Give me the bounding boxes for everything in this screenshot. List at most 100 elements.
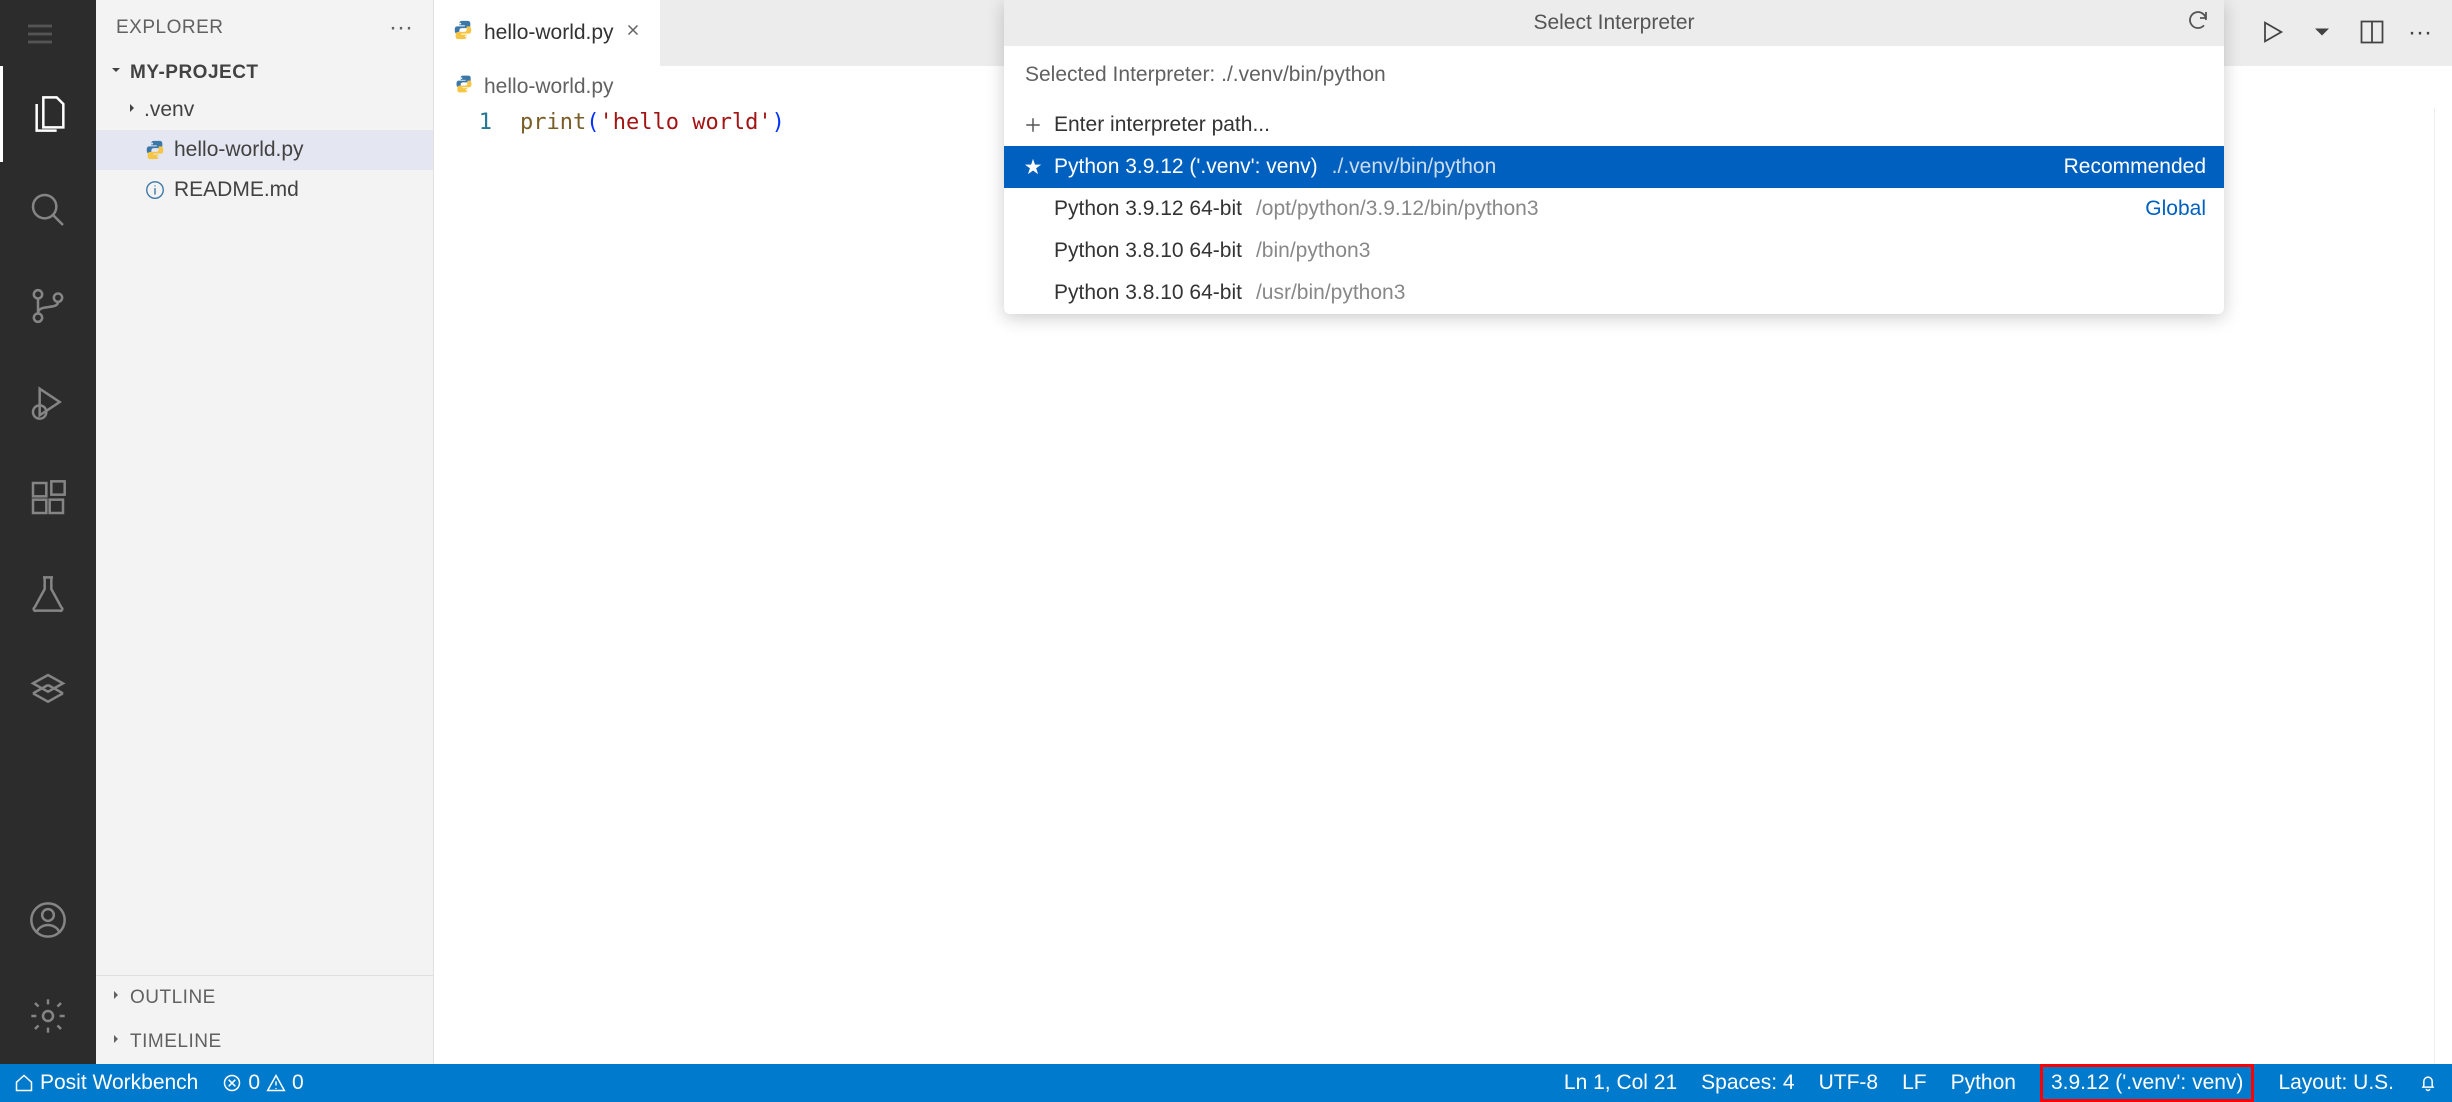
tree-item-label: hello-world.py: [174, 138, 304, 162]
search-icon: [28, 190, 68, 230]
tree-item-label: README.md: [174, 178, 299, 202]
menu-icon: [24, 18, 56, 50]
dropdown-input-wrap: Selected Interpreter: ./.venv/bin/python: [1004, 46, 2224, 104]
status-interpreter[interactable]: 3.9.12 ('.venv': venv): [2040, 1064, 2254, 1102]
status-notifications[interactable]: [2418, 1073, 2438, 1093]
breadcrumb-filename: hello-world.py: [484, 75, 614, 99]
chevron-right-icon: [108, 1031, 124, 1053]
dropdown-title-bar: Select Interpreter: [1004, 0, 2224, 46]
star-icon: ★: [1022, 155, 1044, 180]
branch-icon: [28, 286, 68, 326]
interpreter-path: ./.venv/bin/python: [1332, 155, 1497, 179]
interpreter-label: Python 3.8.10 64-bit: [1054, 281, 1242, 305]
line-number: 1: [434, 108, 492, 138]
status-eol[interactable]: LF: [1902, 1071, 1927, 1095]
interpreter-tag: Global: [2145, 197, 2206, 221]
app-root: EXPLORER ··· MY-PROJECT .venv: [0, 0, 2452, 1102]
editor-region: hello-world.py ···: [434, 0, 2452, 1064]
run-button[interactable]: [2258, 18, 2286, 49]
debug-icon: [28, 382, 68, 422]
interpreter-label: Python 3.8.10 64-bit: [1054, 239, 1242, 263]
extensions-icon: [28, 478, 68, 518]
chevron-right-icon: [108, 987, 124, 1009]
tree-item-label: .venv: [144, 98, 194, 122]
activity-source-control[interactable]: [0, 258, 96, 354]
tree-item-folder[interactable]: .venv: [96, 90, 433, 130]
tree-item-file[interactable]: hello-world.py: [96, 130, 433, 170]
account-icon: [28, 900, 68, 940]
hamburger-menu[interactable]: [12, 14, 68, 53]
interpreter-path: /bin/python3: [1256, 239, 1370, 263]
gear-icon: [28, 996, 68, 1036]
section-label: TIMELINE: [130, 1031, 222, 1053]
files-icon: [30, 94, 70, 134]
activity-workbench[interactable]: [0, 642, 96, 738]
status-indentation[interactable]: Spaces: 4: [1701, 1071, 1794, 1095]
activity-run-debug[interactable]: [0, 354, 96, 450]
info-file-icon: [144, 179, 166, 201]
split-editor-button[interactable]: [2358, 18, 2386, 49]
tree-item-file[interactable]: README.md: [96, 170, 433, 210]
refresh-button[interactable]: [2186, 8, 2210, 38]
chevron-right-icon: [124, 98, 140, 122]
interpreter-option[interactable]: ★ Python 3.9.12 ('.venv': venv) ./.venv/…: [1004, 146, 2224, 188]
interpreter-option[interactable]: Python 3.8.10 64-bit /usr/bin/python3: [1004, 272, 2224, 314]
minimap[interactable]: [2434, 108, 2452, 1064]
python-file-icon: [452, 19, 474, 47]
chevron-down-icon: [108, 62, 124, 84]
sidebar-title: EXPLORER: [116, 17, 223, 39]
sidebar-more-button[interactable]: ···: [389, 14, 413, 42]
interpreter-label: Python 3.9.12 ('.venv': venv): [1054, 155, 1318, 179]
interpreter-input[interactable]: Selected Interpreter: ./.venv/bin/python: [1018, 54, 2210, 96]
run-dropdown-button[interactable]: [2308, 18, 2336, 49]
main-area: EXPLORER ··· MY-PROJECT .venv: [0, 0, 2452, 1064]
status-cursor-position[interactable]: Ln 1, Col 21: [1564, 1071, 1677, 1095]
tab-actions: ···: [2258, 18, 2452, 49]
close-tab-button[interactable]: [624, 21, 642, 45]
collapsed-sections: OUTLINE TIMELINE: [96, 975, 433, 1064]
status-encoding[interactable]: UTF-8: [1819, 1071, 1879, 1095]
interpreter-path: /opt/python/3.9.12/bin/python3: [1256, 197, 1539, 221]
sidebar-header: EXPLORER ···: [96, 0, 433, 56]
project-name: MY-PROJECT: [130, 62, 259, 84]
activity-testing[interactable]: [0, 546, 96, 642]
status-problems[interactable]: 0 0: [222, 1071, 303, 1095]
workbench-icon: [28, 670, 68, 710]
status-layout[interactable]: Layout: U.S.: [2278, 1071, 2394, 1095]
timeline-section[interactable]: TIMELINE: [96, 1020, 433, 1064]
editor-tab[interactable]: hello-world.py: [434, 0, 660, 66]
gutter: 1: [434, 108, 520, 1064]
enter-path-item[interactable]: Enter interpreter path...: [1004, 104, 2224, 146]
activity-explorer[interactable]: [0, 66, 96, 162]
status-bar: Posit Workbench 0 0 Ln 1, Col 21 Spaces:…: [0, 1064, 2452, 1102]
error-icon: [222, 1073, 242, 1093]
activity-account[interactable]: [0, 872, 96, 968]
interpreter-tag: Recommended: [2064, 155, 2206, 179]
sidebar: EXPLORER ··· MY-PROJECT .venv: [96, 0, 434, 1064]
flask-icon: [28, 574, 68, 614]
status-workbench[interactable]: Posit Workbench: [14, 1071, 198, 1095]
project-section-header[interactable]: MY-PROJECT: [96, 56, 433, 90]
activity-settings[interactable]: [0, 968, 96, 1064]
python-file-icon: [454, 74, 474, 100]
interpreter-option[interactable]: Python 3.8.10 64-bit /bin/python3: [1004, 230, 2224, 272]
file-tree: .venv hello-world.py README.md: [96, 90, 433, 975]
activity-bar: [0, 0, 96, 1064]
plus-icon: [1022, 116, 1044, 134]
python-file-icon: [144, 139, 166, 161]
dropdown-title: Select Interpreter: [1533, 11, 1694, 35]
interpreter-dropdown: Select Interpreter Selected Interpreter:…: [1004, 0, 2224, 314]
interpreter-option[interactable]: Python 3.9.12 64-bit /opt/python/3.9.12/…: [1004, 188, 2224, 230]
section-label: OUTLINE: [130, 987, 216, 1009]
activity-search[interactable]: [0, 162, 96, 258]
enter-path-label: Enter interpreter path...: [1054, 113, 1270, 137]
editor-more-button[interactable]: ···: [2408, 19, 2432, 47]
activity-extensions[interactable]: [0, 450, 96, 546]
status-language[interactable]: Python: [1951, 1071, 2016, 1095]
home-icon: [14, 1073, 34, 1093]
bell-icon: [2418, 1073, 2438, 1093]
warning-icon: [266, 1073, 286, 1093]
outline-section[interactable]: OUTLINE: [96, 976, 433, 1020]
interpreter-label: Python 3.9.12 64-bit: [1054, 197, 1242, 221]
tab-filename: hello-world.py: [484, 21, 614, 45]
